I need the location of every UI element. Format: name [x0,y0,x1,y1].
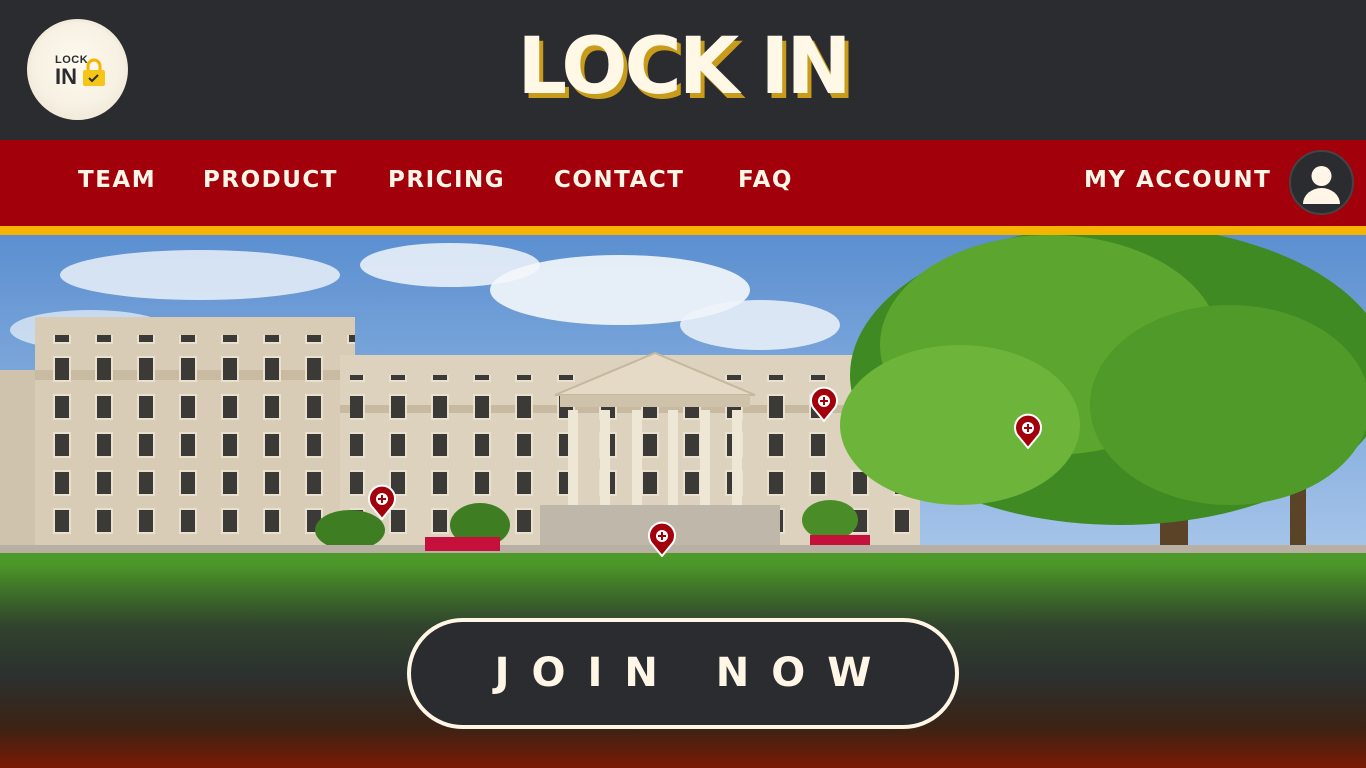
nav-item-faq[interactable]: FAQ [738,165,793,195]
user-avatar-icon [1303,166,1340,204]
nav-item-product[interactable]: PRODUCT [203,165,338,195]
location-pin-icon[interactable] [367,484,397,520]
nav-item-contact[interactable]: CONTACT [554,165,684,195]
nav-item-my-account[interactable]: MY ACCOUNT [1084,165,1271,195]
join-now-button[interactable]: JOIN NOW [407,618,959,729]
nav-item-team[interactable]: TEAM [78,165,156,195]
location-pin-icon[interactable] [647,521,677,557]
user-avatar-button[interactable] [1289,150,1354,215]
location-pin-icon[interactable] [1013,413,1043,449]
nav-item-pricing[interactable]: PRICING [388,165,505,195]
site-title: LOCK IN [517,22,851,112]
nav-accent-stripe [0,226,1366,235]
location-pin-icon[interactable] [809,386,839,422]
